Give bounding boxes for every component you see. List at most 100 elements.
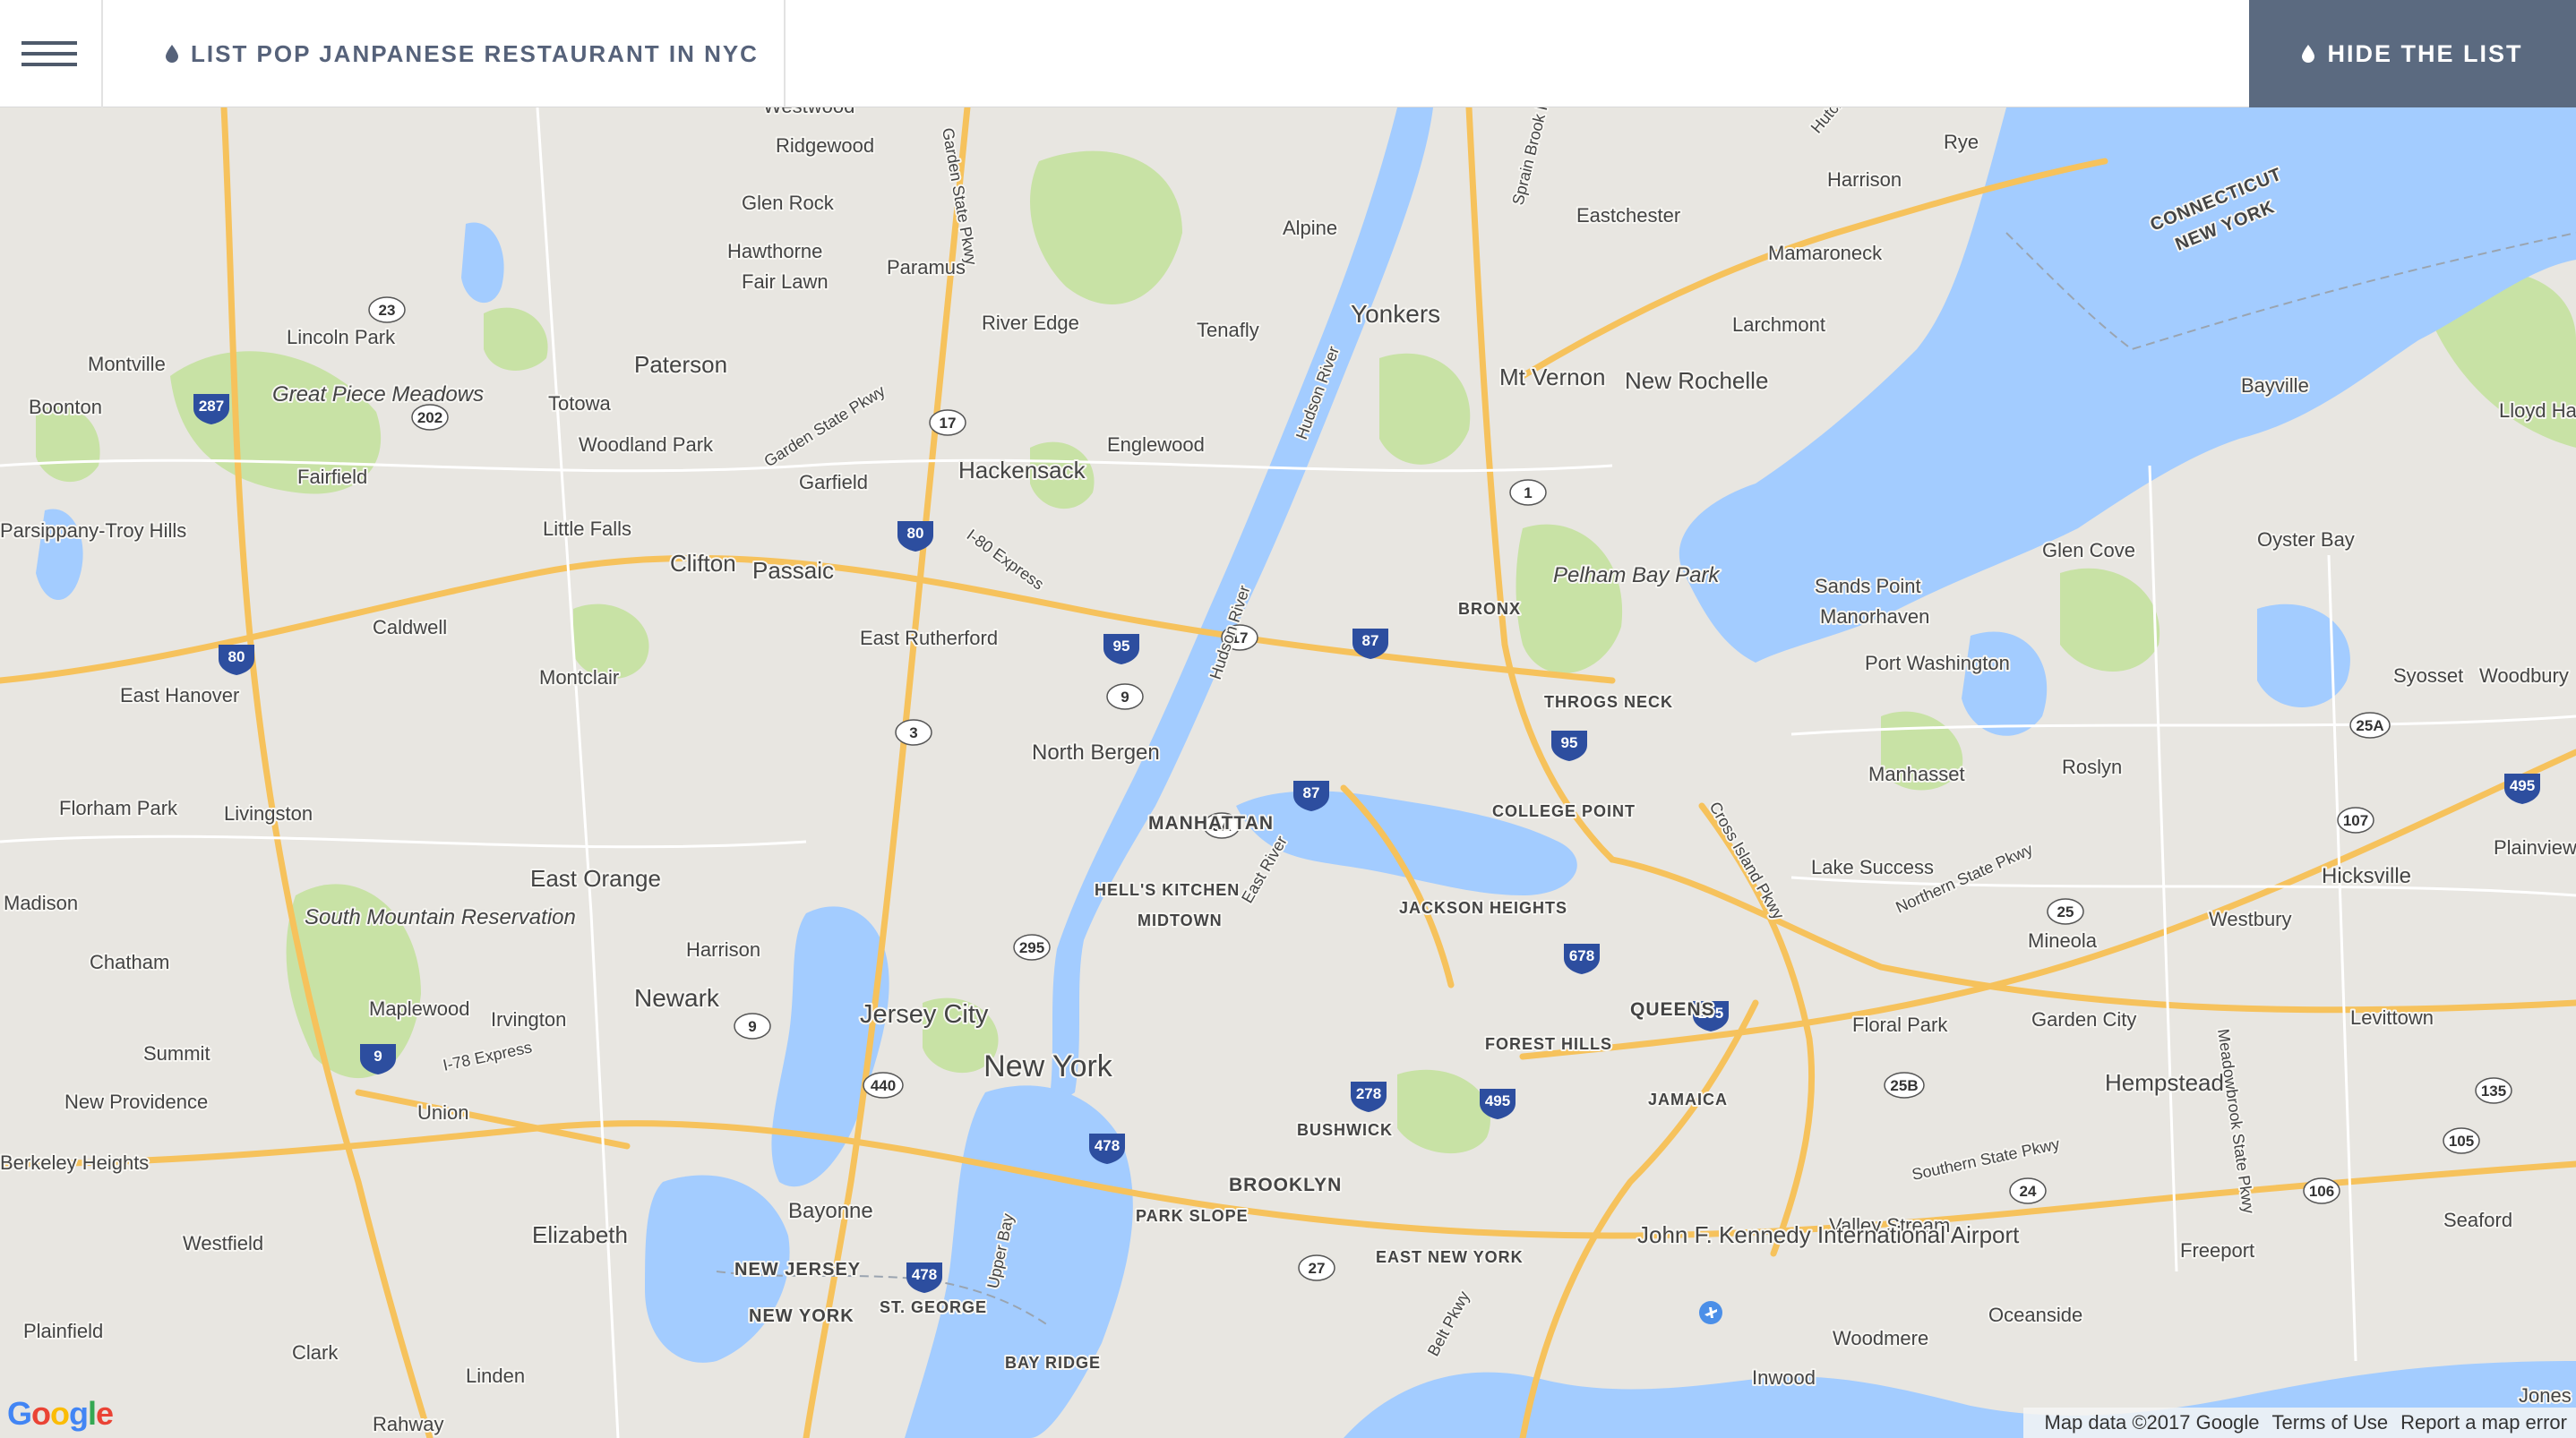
town-label: Alpine <box>1283 217 1337 239</box>
park-label: Great Piece Meadows <box>272 382 484 407</box>
svg-text:202: 202 <box>417 409 442 426</box>
district-label: EAST NEW YORK <box>1376 1248 1524 1266</box>
town-label: Rahway <box>373 1413 443 1435</box>
town-label: Floral Park <box>1852 1014 1948 1036</box>
svg-text:295: 295 <box>1019 939 1044 956</box>
city-label: East Orange <box>530 865 661 892</box>
town-label: Englewood <box>1107 433 1205 456</box>
town-label: Westfield <box>183 1232 263 1254</box>
svg-text:80: 80 <box>228 648 245 665</box>
svg-text:440: 440 <box>871 1077 896 1094</box>
town-label: Lincoln Park <box>287 326 396 348</box>
route-shield: 25B <box>1884 1072 1925 1099</box>
town-label: Linden <box>466 1365 525 1387</box>
svg-text:105: 105 <box>2449 1133 2474 1150</box>
town-label: Fairfield <box>297 466 367 488</box>
terms-of-use-link[interactable]: Terms of Use <box>2272 1411 2389 1434</box>
town-label: Tenafly <box>1197 319 1259 341</box>
city-label: New York <box>983 1049 1113 1083</box>
svg-text:478: 478 <box>912 1266 937 1283</box>
town-label: Glen Cove <box>2042 539 2135 561</box>
drop-pin-icon <box>2302 45 2315 63</box>
map-canvas[interactable]: 287 80 95 87 278 478 495 678 295 478 495… <box>0 107 2576 1438</box>
town-label: Levittown <box>2350 1006 2434 1029</box>
city-label: Paterson <box>634 351 727 378</box>
park-label: Pelham Bay Park <box>1553 563 1721 587</box>
district-label: JAMAICA <box>1648 1091 1728 1108</box>
svg-text:106: 106 <box>2309 1183 2334 1200</box>
svg-text:25: 25 <box>2057 903 2074 920</box>
town-label: Roslyn <box>2062 756 2122 778</box>
district-label: JACKSON HEIGHTS <box>1399 899 1567 917</box>
town-label: River Edge <box>982 312 1079 334</box>
town-label: Plainview <box>2494 836 2576 859</box>
town-label: Hawthorne <box>727 240 822 262</box>
town-label: Clark <box>292 1341 339 1364</box>
town-label: Totowa <box>548 392 611 415</box>
city-label: Hackensack <box>958 457 1086 484</box>
route-shield: 25 <box>2047 898 2084 925</box>
hide-list-label: HIDE THE LIST <box>2327 39 2523 67</box>
hide-list-button[interactable]: HIDE THE LIST <box>2249 0 2576 107</box>
town-label: Larchmont <box>1732 313 1825 336</box>
route-shield: 9 <box>734 1013 771 1040</box>
city-label: Hicksville <box>2322 864 2411 888</box>
svg-text:495: 495 <box>2510 777 2535 794</box>
town-label: Westwood <box>763 107 854 117</box>
town-label: Bayville <box>2241 374 2309 397</box>
town-label: Woodmere <box>1833 1327 1928 1349</box>
town-label: Harrison <box>1827 168 1902 191</box>
town-label: Caldwell <box>373 616 447 638</box>
route-shield: 17 <box>929 409 966 436</box>
list-title: LIST POP JANPANESE RESTAURANT IN NYC <box>103 0 786 107</box>
district-label: MANHATTAN <box>1148 813 1274 834</box>
town-label: Little Falls <box>543 518 631 540</box>
drop-pin-icon <box>166 45 178 63</box>
town-label: Chatham <box>90 951 169 973</box>
town-label: Mineola <box>2028 929 2098 952</box>
town-label: Port Washington <box>1865 652 2010 674</box>
svg-text:24: 24 <box>2020 1183 2037 1200</box>
city-label: Newark <box>634 984 720 1012</box>
district-label: ST. GEORGE <box>880 1298 987 1316</box>
city-label: Hempstead <box>2105 1069 2224 1096</box>
city-label: North Bergen <box>1032 740 1160 765</box>
town-label: Glen Rock <box>742 192 835 214</box>
svg-text:278: 278 <box>1356 1085 1381 1102</box>
district-label: MIDTOWN <box>1138 912 1223 929</box>
hamburger-menu-button[interactable] <box>0 0 103 107</box>
airport-icon <box>1699 1301 1722 1324</box>
town-label: Harrison <box>686 938 760 961</box>
district-label: COLLEGE POINT <box>1492 802 1636 820</box>
route-shield: 106 <box>2303 1177 2340 1204</box>
town-label: Syosset <box>2393 664 2463 687</box>
park-label: South Mountain Reservation <box>305 905 576 929</box>
route-shield: 1 <box>1509 479 1547 506</box>
town-label: Oyster Bay <box>2257 528 2355 551</box>
city-label: Yonkers <box>1351 300 1440 328</box>
city-label: Jersey City <box>860 1000 989 1029</box>
map-svg[interactable]: 287 80 95 87 278 478 495 678 295 478 495… <box>0 107 2576 1438</box>
svg-text:495: 495 <box>1485 1092 1510 1109</box>
report-map-error-link[interactable]: Report a map error <box>2400 1411 2567 1434</box>
town-label: Mamaroneck <box>1768 242 1883 264</box>
town-label: Eastchester <box>1576 204 1680 227</box>
district-label: BROOKLYN <box>1229 1175 1342 1195</box>
town-label: Florham Park <box>59 797 178 819</box>
town-label: Oceanside <box>1988 1304 2082 1326</box>
svg-text:27: 27 <box>1309 1260 1326 1277</box>
town-label: John F. Kennedy International Airport <box>1637 1221 2020 1248</box>
svg-text:95: 95 <box>1113 638 1130 655</box>
svg-text:3: 3 <box>909 724 917 741</box>
district-label: NEW YORK <box>749 1306 854 1326</box>
svg-text:1: 1 <box>1524 484 1532 501</box>
town-label: Irvington <box>491 1008 566 1031</box>
district-label: PARK SLOPE <box>1136 1207 1249 1225</box>
map-footer: Map data ©2017 Google Terms of Use Repor… <box>2022 1408 2576 1438</box>
town-label: Plainfield <box>23 1320 103 1342</box>
map-data-attribution: Map data ©2017 Google <box>2044 1411 2260 1434</box>
route-shield: 202 <box>411 404 449 431</box>
town-label: Sands Point <box>1815 575 1921 597</box>
svg-text:25B: 25B <box>1890 1077 1918 1094</box>
town-label: East Hanover <box>120 684 239 706</box>
